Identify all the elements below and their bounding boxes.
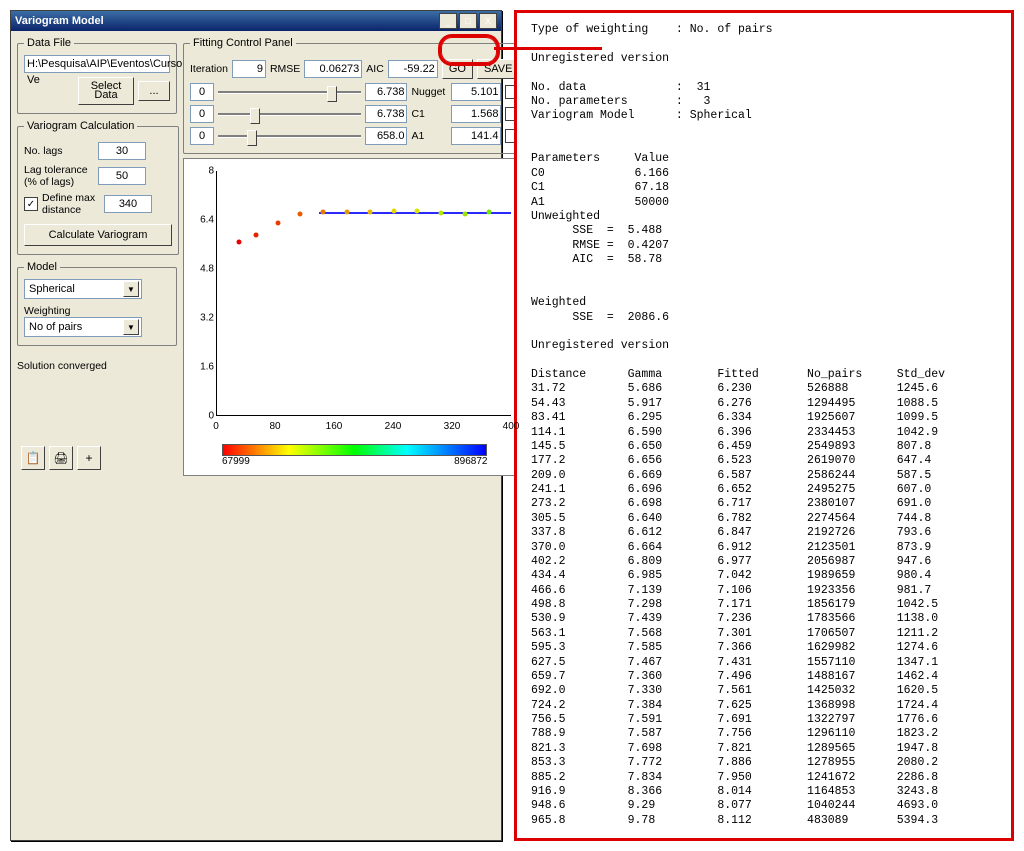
data-point (486, 209, 491, 214)
copy-icon[interactable]: 📋 (21, 446, 45, 470)
go-button[interactable]: GO (442, 59, 473, 79)
slider-min[interactable]: 0 (190, 127, 214, 145)
model-group: Model Spherical ▼ Weighting No of pairs … (17, 261, 177, 346)
weighting-label: Weighting (24, 305, 170, 317)
no-lags-label: No. lags (24, 145, 94, 157)
x-tick: 240 (385, 421, 402, 432)
variogram-calc-group: Variogram Calculation No. lags 30 Lag to… (17, 120, 179, 255)
fitting-panel: Fitting Control Panel Iteration 9 RMSE 0… (183, 37, 526, 154)
fitting-legend: Fitting Control Panel (190, 37, 296, 49)
data-point (344, 210, 349, 215)
minimize-button[interactable]: _ (439, 13, 457, 29)
scale-min: 67999 (222, 456, 250, 467)
color-scale (222, 444, 487, 456)
slider-max[interactable]: 658.0 (365, 127, 407, 145)
weighting-select-value: No of pairs (29, 321, 82, 333)
aic-value[interactable]: -59.22 (388, 60, 438, 78)
browse-button[interactable]: ... (138, 81, 170, 101)
slider-max[interactable]: 6.738 (365, 105, 407, 123)
data-point (368, 209, 373, 214)
model-select[interactable]: Spherical ▼ (24, 279, 142, 299)
data-point (415, 208, 420, 213)
scale-max: 896872 (454, 456, 487, 467)
y-tick: 0 (192, 411, 214, 422)
close-button[interactable]: X (479, 13, 497, 29)
define-max-label: Define max distance (42, 192, 100, 216)
slider-a1[interactable] (218, 129, 361, 143)
slider-max[interactable]: 6.738 (365, 83, 407, 101)
add-icon[interactable]: + (77, 446, 101, 470)
data-point (321, 210, 326, 215)
slider-label: C1 (411, 108, 447, 120)
select-data-button[interactable]: Select Data (78, 77, 134, 105)
x-tick: 160 (326, 421, 343, 432)
data-point (439, 210, 444, 215)
weighting-select[interactable]: No of pairs ▼ (24, 317, 142, 337)
maximize-button[interactable]: □ (459, 13, 477, 29)
define-max-checkbox[interactable]: ✓ (24, 197, 38, 211)
variogram-window: Variogram Model _ □ X Data File H:\Pesqu… (10, 10, 502, 841)
iteration-value[interactable]: 9 (232, 60, 266, 78)
y-tick: 1.6 (192, 362, 214, 373)
slider-out[interactable]: 1.568 (451, 105, 501, 123)
data-point (463, 211, 468, 216)
x-tick: 80 (269, 421, 280, 432)
data-point (275, 221, 280, 226)
slider-label: A1 (411, 130, 447, 142)
x-tick: 400 (503, 421, 520, 432)
slider-c1[interactable] (218, 107, 361, 121)
no-lags-input[interactable]: 30 (98, 142, 146, 160)
status-text: Solution converged (17, 360, 177, 372)
y-tick: 3.2 (192, 313, 214, 324)
slider-min[interactable]: 0 (190, 83, 214, 101)
print-icon[interactable]: 🖨 (49, 446, 73, 470)
slider-out[interactable]: 141.4 (451, 127, 501, 145)
window-title: Variogram Model (15, 15, 104, 27)
slider-label: Nugget (411, 86, 447, 98)
define-max-input[interactable]: 340 (104, 195, 152, 213)
model-legend: Model (24, 261, 60, 273)
y-tick: 8 (192, 166, 214, 177)
slider-out[interactable]: 5.101 (451, 83, 501, 101)
lag-tol-input[interactable]: 50 (98, 167, 146, 185)
variogram-chart: 01.63.24.86.48080160240320400 67999 8968… (183, 158, 526, 476)
data-point (391, 208, 396, 213)
output-panel: Type of weighting : No. of pairs Unregis… (514, 10, 1014, 841)
data-point (298, 212, 303, 217)
model-select-value: Spherical (29, 283, 75, 295)
y-tick: 6.4 (192, 215, 214, 226)
rmse-value[interactable]: 0.06273 (304, 60, 362, 78)
title-bar: Variogram Model _ □ X (11, 11, 501, 31)
rmse-label: RMSE (270, 63, 300, 75)
calculate-button[interactable]: Calculate Variogram (24, 224, 172, 246)
data-file-legend: Data File (24, 37, 74, 49)
data-file-group: Data File H:\Pesquisa\AIP\Eventos\Curso … (17, 37, 177, 114)
chevron-down-icon: ▼ (123, 319, 139, 335)
chevron-down-icon: ▼ (123, 281, 139, 297)
slider-min[interactable]: 0 (190, 105, 214, 123)
lag-tol-label: Lag tolerance (% of lags) (24, 164, 94, 188)
data-point (237, 239, 242, 244)
data-file-path[interactable]: H:\Pesquisa\AIP\Eventos\Curso Ve (24, 55, 170, 73)
x-tick: 0 (213, 421, 219, 432)
slider-nugget[interactable] (218, 85, 361, 99)
x-tick: 320 (444, 421, 461, 432)
calc-legend: Variogram Calculation (24, 120, 137, 132)
aic-label: AIC (366, 63, 384, 75)
y-tick: 4.8 (192, 264, 214, 275)
iteration-label: Iteration (190, 63, 228, 75)
data-point (254, 232, 259, 237)
